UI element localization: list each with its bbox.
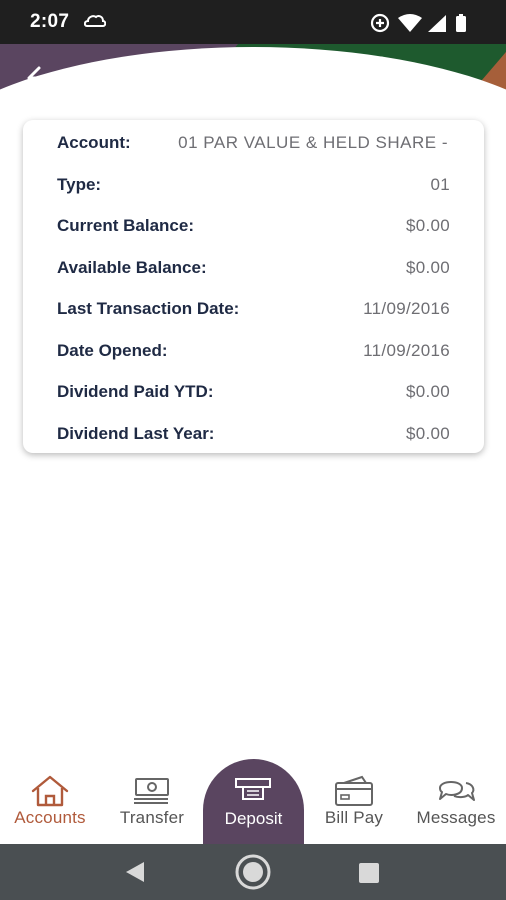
detail-row-available-balance: Available Balance: $0.00 xyxy=(23,252,484,282)
detail-value: 11/09/2016 xyxy=(363,341,450,360)
nav-item-accounts[interactable]: Accounts xyxy=(0,768,100,844)
data-saver-icon xyxy=(370,13,390,33)
atm-deposit-icon xyxy=(235,778,271,800)
status-icons xyxy=(370,13,466,33)
detail-row-date-opened: Date Opened: 11/09/2016 xyxy=(23,335,484,365)
battery-icon xyxy=(456,14,466,32)
nav-item-messages[interactable]: Messages xyxy=(406,768,506,844)
detail-row-type: Type: 01 xyxy=(23,169,484,199)
detail-label: Dividend Paid YTD: xyxy=(57,382,214,401)
nav-label: Deposit xyxy=(224,809,283,828)
nav-item-transfer[interactable]: Transfer xyxy=(102,768,202,844)
detail-row-last-transaction-date: Last Transaction Date: 11/09/2016 xyxy=(23,293,484,323)
detail-row-dividend-paid-ytd: Dividend Paid YTD: $0.00 xyxy=(23,376,484,406)
status-bar: 2:07 xyxy=(0,0,506,44)
detail-value: $0.00 xyxy=(405,382,450,401)
recents-square-icon[interactable] xyxy=(359,863,379,883)
detail-value: $0.00 xyxy=(405,258,450,277)
home-icon xyxy=(31,775,69,807)
detail-value: 01 PAR VALUE & HELD SHARE - xyxy=(178,133,448,152)
detail-value: $0.00 xyxy=(405,424,450,443)
detail-label: Account: xyxy=(57,133,131,152)
detail-label: Available Balance: xyxy=(57,258,207,277)
wallet-card-icon xyxy=(335,775,373,806)
nav-label: Accounts xyxy=(14,808,86,827)
detail-row-dividend-last-year: Dividend Last Year: $0.00 xyxy=(23,418,484,448)
detail-value: $0.00 xyxy=(405,216,450,235)
home-circle-icon[interactable] xyxy=(234,853,272,891)
nav-label: Bill Pay xyxy=(324,808,384,827)
detail-label: Dividend Last Year: xyxy=(57,424,215,443)
wifi-icon xyxy=(398,14,422,32)
status-time: 2:07 xyxy=(30,11,70,32)
detail-label: Date Opened: xyxy=(57,341,168,360)
detail-value: 11/09/2016 xyxy=(363,299,450,318)
system-nav-bar xyxy=(0,844,506,900)
signal-icon xyxy=(428,15,446,32)
nav-label: Transfer xyxy=(119,808,185,827)
screen: 2:07 Account Details Account: 01 PAR VAL… xyxy=(0,0,506,900)
nav-item-bill-pay[interactable]: Bill Pay xyxy=(304,768,404,844)
page-title: Account Details xyxy=(160,63,346,90)
nav-label: Messages xyxy=(416,808,496,827)
account-details-card: Account: 01 PAR VALUE & HELD SHARE - Typ… xyxy=(23,120,484,453)
detail-label: Type: xyxy=(57,175,102,194)
detail-label: Current Balance: xyxy=(57,216,194,235)
money-transfer-icon xyxy=(134,778,169,804)
back-triangle-icon[interactable] xyxy=(124,860,146,884)
detail-label: Last Transaction Date: xyxy=(57,299,240,318)
chat-bubbles-icon xyxy=(439,781,475,801)
cloud-icon xyxy=(84,15,106,27)
detail-value: 01 xyxy=(430,175,450,194)
detail-row-current-balance: Current Balance: $0.00 xyxy=(23,210,484,240)
detail-row-account: Account: 01 PAR VALUE & HELD SHARE - xyxy=(23,127,484,157)
